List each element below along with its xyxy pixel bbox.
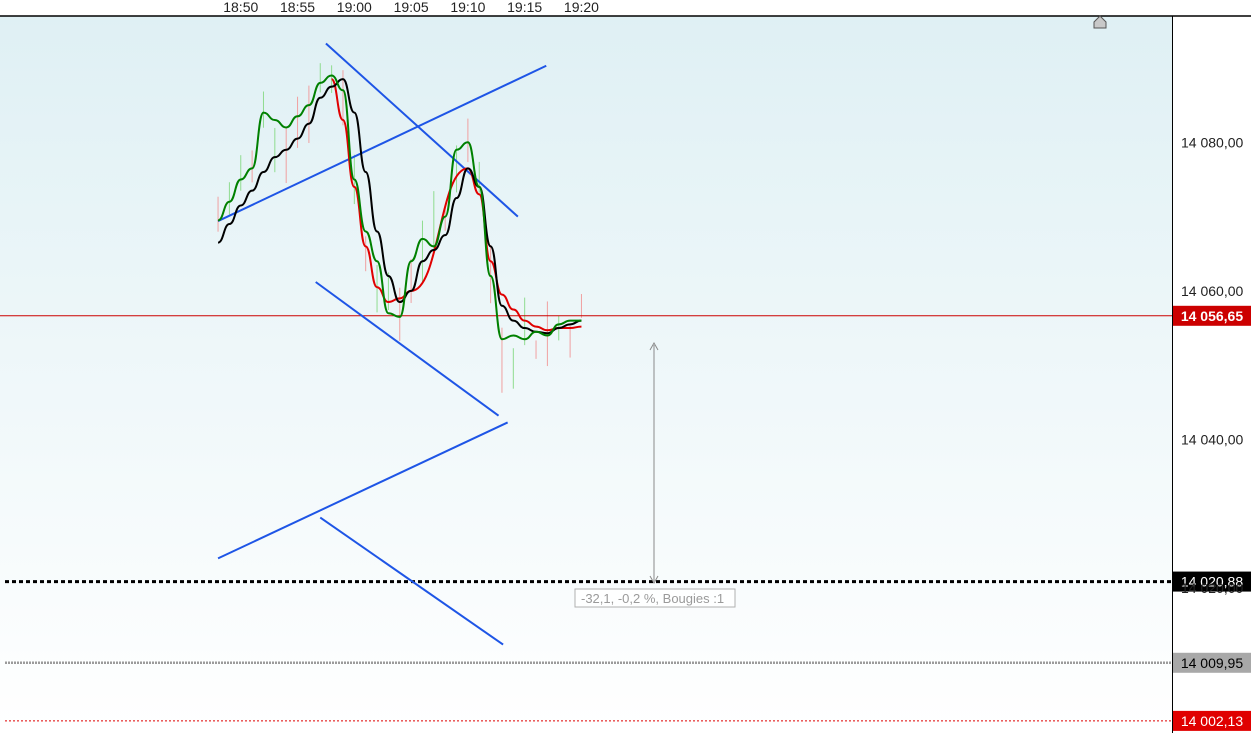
y-tick-label: 14 040,00 <box>1181 432 1243 448</box>
x-tick-labels: 18:50 18:55 19:00 19:05 19:10 19:15 19:20 <box>223 0 599 15</box>
y-tick-label: 14 020,00 <box>1181 580 1243 596</box>
level-tag-grey: 14 009,95 <box>1181 655 1243 671</box>
y-tick-label: 14 060,00 <box>1181 283 1243 299</box>
measure-label: -32,1, -0,2 %, Bougies :1 <box>581 591 724 606</box>
plot-background <box>0 16 1172 733</box>
y-tick-label: 14 080,00 <box>1181 134 1243 150</box>
x-tick-label: 19:00 <box>337 0 372 15</box>
x-tick-label: 18:55 <box>280 0 315 15</box>
x-tick-label: 18:50 <box>223 0 258 15</box>
x-tick-label: 19:10 <box>450 0 485 15</box>
x-tick-label: 19:05 <box>394 0 429 15</box>
x-tick-label: 19:20 <box>564 0 599 15</box>
x-tick-label: 19:15 <box>507 0 542 15</box>
level-tag-red: 14 002,13 <box>1181 713 1243 729</box>
price-axis-background <box>1173 16 1251 733</box>
current-price-tag: 14 056,65 <box>1181 308 1243 324</box>
price-chart[interactable]: -32,1, -0,2 %, Bougies :1 14 056,65 14 02… <box>0 0 1251 733</box>
